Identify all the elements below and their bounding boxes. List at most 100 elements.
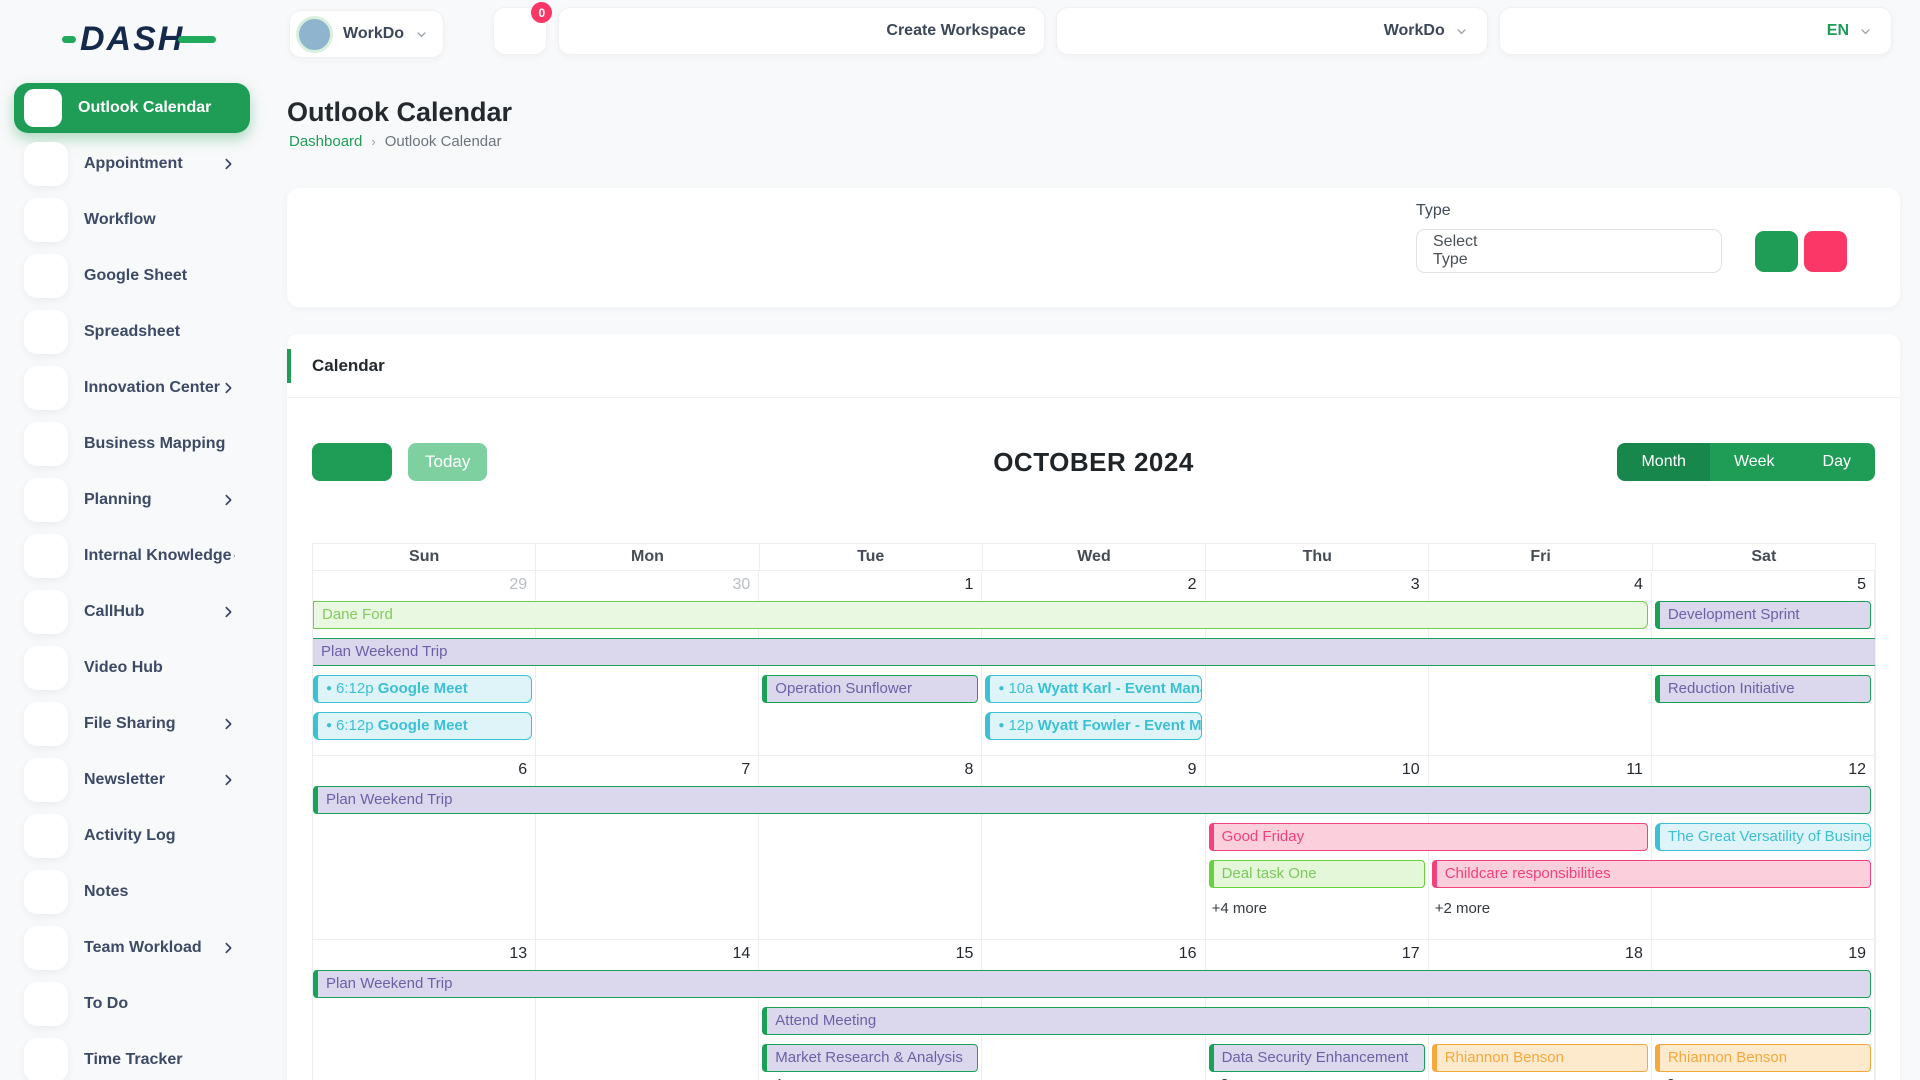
chevron-right-icon (232, 548, 236, 564)
day-cell-8[interactable]: 8 (759, 756, 982, 940)
calendar-event[interactable]: ●12p Wyatt Fowler - Event Man (985, 712, 1201, 740)
calendar-week-row: 6789101112Plan Weekend TripGood FridayTh… (313, 756, 1875, 940)
calendar-event[interactable]: Operation Sunflower (762, 675, 978, 703)
sidebar-item-innovation-center[interactable]: Innovation Center (14, 360, 250, 416)
messages-badge: 0 (531, 2, 552, 23)
view-day-button[interactable]: Day (1799, 443, 1875, 481)
calendar-event[interactable]: ●6:12p Google Meet (313, 712, 532, 740)
search-button[interactable] (1755, 231, 1798, 272)
sidebar-item-workflow[interactable]: Workflow (14, 192, 250, 248)
more-events-link[interactable]: +4 more (765, 1076, 820, 1080)
day-cell-7[interactable]: 7 (536, 756, 759, 940)
more-events-link[interactable]: +2 more (1212, 1076, 1267, 1080)
event-title: Rhiannon Benson (1445, 1049, 1564, 1066)
sidebar-item-video-hub[interactable]: Video Hub (14, 640, 250, 696)
sidebar-item-label: Innovation Center (84, 379, 220, 397)
event-title: Dane Ford (322, 606, 393, 623)
sidebar-item-callhub[interactable]: CallHub (14, 584, 250, 640)
day-cell-14[interactable]: 14 (536, 940, 759, 1080)
sidebar-item-spreadsheet[interactable]: Spreadsheet (14, 304, 250, 360)
workspace-chip[interactable]: WorkDo (289, 10, 444, 58)
workspace-menu-label: WorkDo (1384, 22, 1445, 40)
calendar-event[interactable]: Dane Ford (313, 601, 1648, 629)
sidebar-item-team-workload[interactable]: Team Workload (14, 920, 250, 976)
create-workspace-label: Create Workspace (886, 22, 1025, 40)
calendar-event[interactable]: Plan Weekend Trip (313, 970, 1871, 998)
dow-mon: Mon (536, 544, 759, 571)
view-month-button[interactable]: Month (1617, 443, 1709, 481)
language-selector[interactable]: EN (1499, 7, 1892, 55)
sidebar-item-appointment[interactable]: Appointment (14, 136, 250, 192)
day-number: 13 (509, 945, 527, 963)
event-title: Childcare responsibilities (1445, 865, 1611, 882)
day-number: 12 (1848, 761, 1866, 779)
chevron-right-icon (220, 940, 236, 956)
sidebar-item-label: Notes (84, 883, 236, 901)
sidebar-item-time-tracker[interactable]: Time Tracker (14, 1032, 250, 1080)
more-events-link[interactable]: +2 more (1435, 900, 1490, 917)
calendar-event[interactable]: Development Sprint (1655, 601, 1871, 629)
sidebar-item-to-do[interactable]: To Do (14, 976, 250, 1032)
calendar-event[interactable]: Deal task One (1209, 860, 1425, 888)
calendar-event[interactable]: The Great Versatility of Business Jo (1655, 823, 1871, 851)
calendar-event[interactable]: Rhiannon Benson (1655, 1044, 1871, 1072)
day-number: 30 (732, 576, 750, 594)
page-title: Outlook Calendar (287, 97, 512, 128)
calendar-event[interactable]: Reduction Initiative (1655, 675, 1871, 703)
calendar-event[interactable]: ● 6:12p Google Meet (313, 675, 532, 703)
pyramid-icon (24, 478, 68, 522)
type-select[interactable]: Select Type (1416, 229, 1722, 273)
sidebar-item-google-sheet[interactable]: Google Sheet (14, 248, 250, 304)
calendar-nav-group (312, 443, 392, 481)
calendar-event[interactable]: Data Security Enhancement (1209, 1044, 1425, 1072)
workspace-menu-button[interactable]: WorkDo (1056, 7, 1488, 55)
breadcrumb-dashboard-link[interactable]: Dashboard (289, 133, 362, 150)
calendar-event[interactable]: Childcare responsibilities (1432, 860, 1871, 888)
sidebar-item-internal-knowledge[interactable]: Internal Knowledge (14, 528, 250, 584)
calendar-event[interactable]: Good Friday (1209, 823, 1648, 851)
sidebar-item-business-mapping[interactable]: Business Mapping (14, 416, 250, 472)
sidebar-item-planning[interactable]: Planning (14, 472, 250, 528)
next-month-button[interactable] (352, 443, 392, 481)
sidebar-item-label: Video Hub (84, 659, 236, 677)
event-title: Google Meet (378, 680, 468, 697)
sidebar-item-label: Activity Log (84, 827, 236, 845)
event-time: 6:12p (336, 680, 374, 697)
event-dot-icon: ● (326, 683, 332, 694)
sidebar-item-activity-log[interactable]: Activity Log (14, 808, 250, 864)
more-events-link[interactable]: +2 more (1658, 1076, 1713, 1080)
create-workspace-button[interactable]: Create Workspace (558, 7, 1044, 55)
calendar-event[interactable]: Market Research & Analysis (762, 1044, 978, 1072)
today-button[interactable]: Today (408, 443, 487, 481)
day-cell-9[interactable]: 9 (982, 756, 1205, 940)
sidebar-item-file-sharing[interactable]: File Sharing (14, 696, 250, 752)
dow-tue: Tue (760, 544, 983, 571)
day-number: 4 (1634, 576, 1643, 594)
chevron-right-icon (220, 492, 236, 508)
calendar-clock-icon (24, 142, 68, 186)
app-logo[interactable]: DASH (62, 20, 216, 59)
messages-button[interactable]: 0 (493, 7, 547, 55)
breadcrumb: Dashboard › Outlook Calendar (289, 133, 501, 150)
filter-card: Type Select Type (287, 188, 1900, 307)
sidebar-item-newsletter[interactable]: Newsletter (14, 752, 250, 808)
day-cell-13[interactable]: 13 (313, 940, 536, 1080)
calendar-event[interactable]: Plan Weekend Trip (313, 786, 1871, 814)
sidebar-item-notes[interactable]: Notes (14, 864, 250, 920)
view-week-button[interactable]: Week (1710, 443, 1799, 481)
breadcrumb-current: Outlook Calendar (385, 133, 502, 150)
event-title: Operation Sunflower (775, 680, 912, 697)
event-title: Attend Meeting (775, 1012, 876, 1029)
calendar-event[interactable]: ●10a Wyatt Karl - Event Manage (985, 675, 1201, 703)
reset-filter-button[interactable] (1804, 231, 1847, 272)
calendar-event[interactable]: Rhiannon Benson (1432, 1044, 1648, 1072)
calendar-event[interactable]: Attend Meeting (762, 1007, 1871, 1035)
day-cell-6[interactable]: 6 (313, 756, 536, 940)
calendar-event[interactable]: Plan Weekend Trip (313, 638, 1875, 666)
prev-month-button[interactable] (312, 443, 352, 481)
sidebar-item-outlook-calendar[interactable]: Outlook Calendar (14, 83, 250, 133)
topbar-actions: 0 Create Workspace WorkDo EN (493, 7, 1892, 55)
breadcrumb-separator: › (371, 134, 375, 149)
more-events-link[interactable]: +4 more (1212, 900, 1267, 917)
dashed-circle-icon (24, 422, 68, 466)
